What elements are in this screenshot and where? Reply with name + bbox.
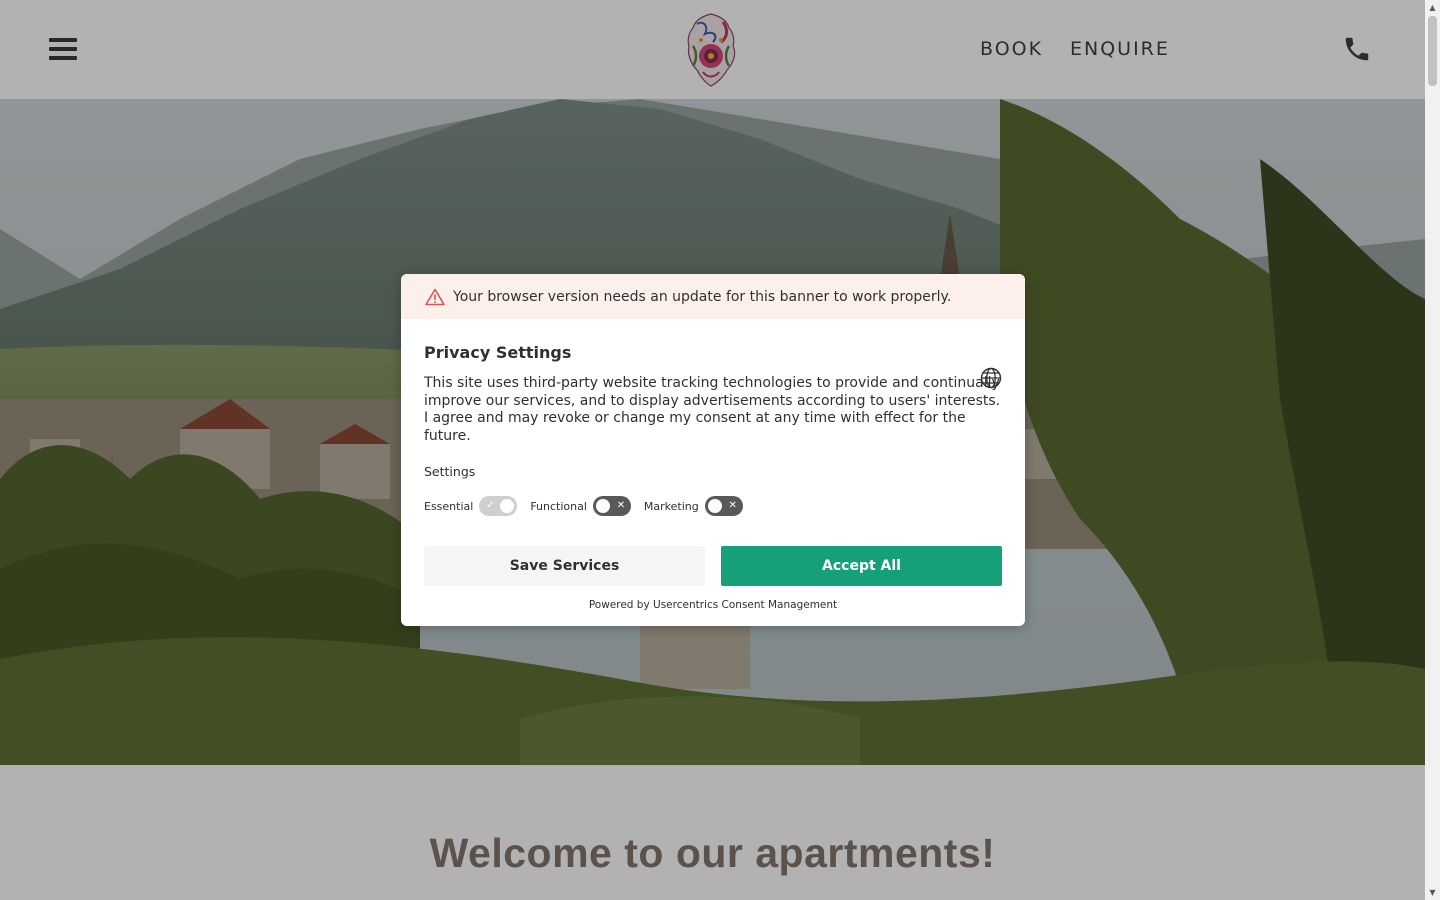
close-x-icon: ✕ bbox=[616, 500, 626, 511]
consent-toggles: Essential ✓ Functional ✕ Marketing ✕ bbox=[424, 496, 1002, 516]
scroll-thumb[interactable] bbox=[1428, 16, 1437, 86]
accept-all-button[interactable]: Accept All bbox=[721, 546, 1002, 586]
save-services-button[interactable]: Save Services bbox=[424, 546, 705, 586]
privacy-consent-dialog: Your browser version needs an update for… bbox=[401, 274, 1025, 626]
page-scrollbar[interactable]: ▲ ▼ bbox=[1425, 0, 1440, 900]
check-icon: ✓ bbox=[486, 500, 495, 511]
warning-triangle-icon bbox=[425, 288, 445, 305]
scroll-down-arrow-icon[interactable]: ▼ bbox=[1425, 885, 1440, 900]
close-x-icon: ✕ bbox=[728, 500, 737, 511]
settings-label: Settings bbox=[424, 464, 476, 479]
essential-toggle: ✓ bbox=[479, 496, 518, 516]
toggle-label-marketing: Marketing bbox=[643, 499, 699, 513]
functional-toggle[interactable]: ✕ bbox=[592, 496, 631, 516]
consent-title: Privacy Settings bbox=[424, 343, 572, 362]
toggle-group-marketing: Marketing ✕ bbox=[644, 496, 743, 516]
language-globe-icon[interactable] bbox=[980, 367, 1002, 389]
toggle-label-functional: Functional bbox=[530, 499, 587, 513]
browser-warning-text: Your browser version needs an update for… bbox=[453, 288, 952, 305]
scroll-up-arrow-icon[interactable]: ▲ bbox=[1425, 0, 1440, 15]
consent-description: This site uses third-party website track… bbox=[424, 375, 1001, 444]
toggle-label-essential: Essential bbox=[424, 499, 474, 513]
marketing-toggle[interactable]: ✕ bbox=[704, 496, 743, 516]
consent-body: Privacy Settings This site uses third-pa… bbox=[401, 343, 1025, 611]
consent-buttons: Save Services Accept All bbox=[424, 546, 1002, 586]
toggle-group-functional: Functional ✕ bbox=[530, 496, 631, 516]
browser-warning-banner: Your browser version needs an update for… bbox=[401, 274, 1025, 319]
powered-by-text: Powered by Usercentrics Consent Manageme… bbox=[588, 599, 838, 611]
toggle-group-essential: Essential ✓ bbox=[424, 496, 518, 516]
